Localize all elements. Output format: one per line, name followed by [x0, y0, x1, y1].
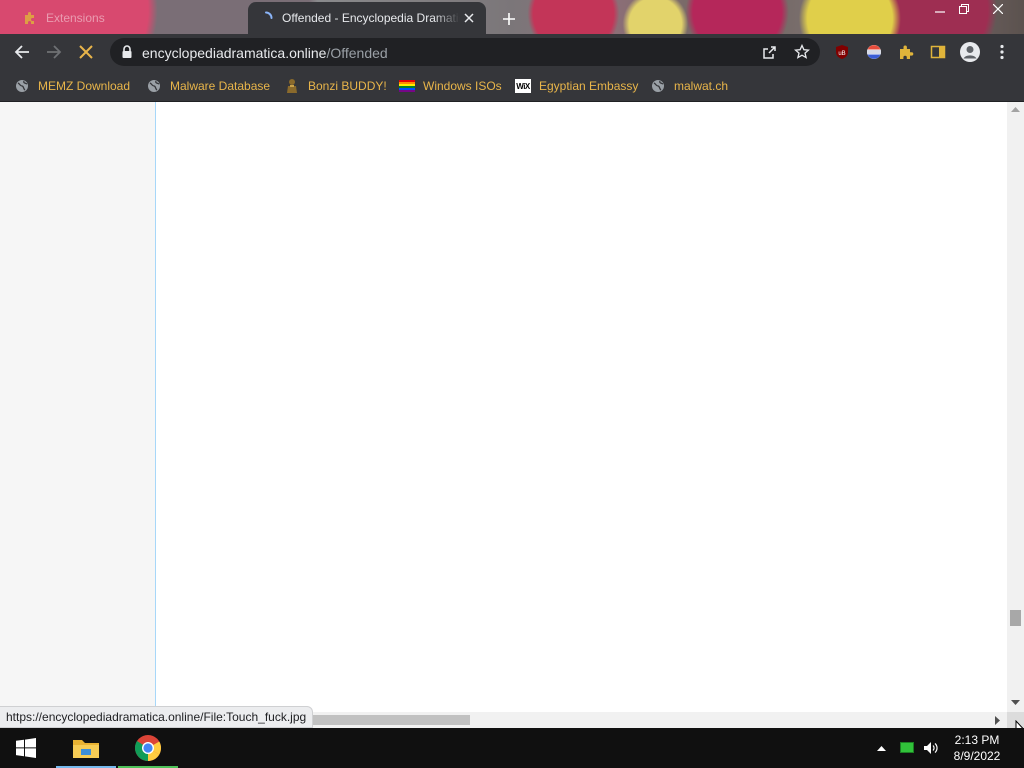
bookmark-label: Egyptian Embassy — [539, 79, 639, 93]
scroll-right-arrow-icon — [995, 716, 1000, 725]
chrome-icon — [134, 735, 162, 762]
extensions-button[interactable] — [892, 38, 920, 66]
status-bubble: https://encyclopediadramatica.online/Fil… — [0, 706, 314, 728]
bookmark-bonzi-buddy[interactable]: Bonzi BUDDY! — [284, 76, 387, 96]
windows-logo-icon — [16, 738, 36, 758]
close-tab-icon[interactable] — [460, 9, 478, 27]
url-host: encyclopediadramatica.online — [142, 45, 327, 61]
bookmark-egyptian-embassy[interactable]: WiX Egyptian Embassy — [515, 76, 638, 96]
close-icon — [993, 4, 1003, 14]
bookmark-label: Bonzi BUDDY! — [308, 79, 387, 93]
page-viewport — [0, 102, 1024, 738]
menu-button[interactable] — [988, 38, 1016, 66]
tab-strip: Extensions Offended - Encyclopedia Drama… — [0, 0, 1024, 34]
minimize-icon — [935, 11, 945, 13]
globe-icon — [146, 78, 162, 94]
avatar-icon — [960, 42, 980, 62]
address-bar[interactable]: encyclopediadramatica.online/Offended — [110, 38, 820, 66]
desktop-screen: Extensions Offended - Encyclopedia Drama… — [0, 0, 1024, 768]
vertical-scrollbar[interactable] — [1007, 102, 1024, 712]
chevron-up-icon — [876, 746, 886, 751]
lock-icon — [122, 45, 132, 58]
speaker-icon — [924, 742, 938, 754]
bookmark-label: Windows ISOs — [423, 79, 502, 93]
clock-time: 2:13 PM — [954, 733, 1000, 747]
new-tab-button[interactable] — [498, 8, 520, 30]
tab-extensions[interactable]: Extensions — [14, 2, 246, 34]
share-button[interactable] — [760, 43, 780, 61]
folder-icon — [73, 740, 99, 758]
restore-button[interactable] — [950, 0, 978, 18]
start-button[interactable] — [0, 728, 52, 768]
rainbow-flag-icon — [399, 78, 415, 94]
browser-toolbar: encyclopediadramatica.online/Offended uB — [0, 34, 1024, 70]
url-text[interactable]: encyclopediadramatica.online/Offended — [142, 45, 388, 61]
scroll-up-arrow-icon — [1011, 107, 1020, 112]
bookmark-label: malwat.ch — [674, 79, 729, 93]
bonzi-icon — [284, 78, 300, 94]
flag-circle-icon — [867, 45, 881, 59]
stop-icon — [79, 45, 93, 59]
bookmark-star-button[interactable] — [792, 43, 812, 61]
side-panel-icon — [930, 45, 946, 59]
tab-offended[interactable]: Offended - Encyclopedia Dramatica — [248, 2, 486, 34]
tab-title: Extensions — [46, 11, 105, 25]
vertical-scroll-thumb[interactable] — [1010, 610, 1021, 626]
side-panel-button[interactable] — [924, 38, 952, 66]
share-icon — [763, 46, 776, 59]
bookmarks-bar: MEMZ Download Malware Database Bonzi BUD… — [0, 70, 1024, 102]
globe-icon — [14, 78, 30, 94]
restore-icon — [959, 4, 969, 14]
close-window-button[interactable] — [984, 0, 1012, 18]
kebab-menu-icon — [1000, 44, 1004, 60]
taskbar-clock[interactable]: 2:13 PM 8/9/2022 — [946, 732, 1008, 764]
wix-icon-text: WiX — [516, 81, 530, 91]
page-content-area — [155, 102, 1007, 712]
star-icon — [794, 44, 810, 59]
ublock-icon: uB — [836, 45, 848, 59]
wix-icon: WiX — [515, 79, 531, 93]
svg-text:uB: uB — [838, 51, 845, 57]
puzzle-piece-icon — [900, 45, 914, 59]
windows-taskbar: 2:13 PM 8/9/2022 — [0, 728, 1024, 768]
loading-spinner-icon — [258, 10, 274, 26]
bookmark-malwatch[interactable]: malwat.ch — [650, 76, 728, 96]
bookmark-malware-database[interactable]: Malware Database — [146, 76, 270, 96]
bookmark-label: Malware Database — [170, 79, 271, 93]
profile-button[interactable] — [956, 38, 984, 66]
puzzle-piece-icon — [22, 10, 38, 26]
plus-icon — [503, 13, 515, 25]
volume-button[interactable] — [923, 740, 939, 756]
arrow-right-icon — [47, 45, 62, 59]
stop-loading-button[interactable] — [72, 38, 100, 66]
green-monitor-icon — [900, 742, 914, 753]
bookmark-windows-isos[interactable]: Windows ISOs — [399, 76, 502, 96]
ublock-extension-button[interactable]: uB — [828, 38, 856, 66]
url-path: /Offended — [326, 45, 388, 61]
back-button[interactable] — [8, 38, 36, 66]
horizontal-scroll-thumb[interactable] — [310, 715, 470, 725]
taskbar-chrome[interactable] — [118, 728, 178, 768]
tray-app-icon[interactable] — [899, 740, 915, 756]
globe-icon — [650, 78, 666, 94]
vpn-extension-button[interactable] — [860, 38, 888, 66]
tab-title: Offended - Encyclopedia Dramatica — [282, 11, 460, 25]
forward-button[interactable] — [40, 38, 68, 66]
show-hidden-icons-button[interactable] — [873, 740, 889, 756]
clock-date: 8/9/2022 — [953, 749, 1001, 763]
bookmark-memz-download[interactable]: MEMZ Download — [14, 76, 130, 96]
bookmark-label: MEMZ Download — [38, 79, 131, 93]
scroll-down-arrow-icon — [1011, 700, 1020, 705]
arrow-left-icon — [14, 45, 29, 59]
taskbar-file-explorer[interactable] — [56, 728, 116, 768]
